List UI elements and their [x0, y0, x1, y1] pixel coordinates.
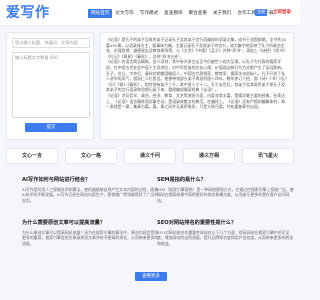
article-title[interactable]: AI写作如何与网站进行结合？	[22, 176, 160, 184]
view-more-button[interactable]: 查看更多	[135, 272, 167, 281]
tool-wenxin-yige[interactable]: 文心一格	[65, 148, 117, 164]
article-desc: 为什么原创文章可以提高网站流量？因为在搜索引擎的算法中，原创内容会受到更多的重视…	[22, 230, 159, 246]
article-item[interactable]: 为什么需要原创文章可以提高流量？ 为什么原创文章可以提高网站流量？因为在搜索引擎…	[22, 219, 160, 259]
article-desc: SEM（搜索引擎营销）是一种网络营销方式，它通过在搜索引擎上投放广告，使网站在搜…	[157, 187, 294, 203]
writing-form: 您以输入标题、关键词、文章内容 输入标题文字数量 600 提交	[6, 32, 94, 140]
result-paragraph: 《论语》是孔子的弟子及再传弟子记录孔子及其弟子言行而编成的语录文集，成书于战国前…	[106, 37, 288, 59]
tool-tongyi-qianwen[interactable]: 通义千问	[124, 148, 176, 164]
nav-paper-writing[interactable]: 论文写作	[112, 9, 136, 18]
article-title[interactable]: SEM是指的是什么？	[157, 176, 295, 184]
result-paragraph: 孔子，名丘，字仲尼，春秋时期鲁国陬邑人，中国古代思想家、教育家，儒家学派创始人。…	[106, 70, 287, 93]
tool-wenxin-yiyan[interactable]: 文心一言	[6, 148, 58, 164]
content-textarea[interactable]: 输入标题文字数量 600	[12, 52, 90, 118]
site-logo[interactable]: 爱写作	[6, 4, 50, 22]
tool-tongyi-wanxiang[interactable]: 通义万相	[183, 148, 235, 164]
login-button[interactable]: 立即登录	[270, 9, 294, 16]
nav-writing-mode[interactable]: 写作模式	[137, 9, 161, 18]
article-title[interactable]: SEO对网站排名的重要性是什么？	[157, 219, 295, 227]
result-panel: 《论语》是孔子的弟子及再传弟子记录孔子及其弟子言行而编成的语录文集，成书于战国前…	[100, 32, 294, 140]
tool-xunfei-xinghuo[interactable]: 讯飞星火	[242, 148, 294, 164]
top-header: 爱写作 网站首页 论文写作 写作模式 复查模块 聚合查重 关于我们 合作工具AP…	[0, 0, 300, 26]
article-desc: AI写作是利用人工智能技术和算法，使机器能够自然产生文本内容的过程，随着AI技术…	[22, 187, 159, 203]
article-item[interactable]: SEM是指的是什么？ SEM（搜索引擎营销）是一种网络营销方式，它通过在搜索引擎…	[157, 176, 295, 216]
article-desc: SEO对网站排名的重要性体现在以下几个方面：提高网站在搜索引擎中的可见度，增加网…	[157, 230, 294, 246]
nav-about-us[interactable]: 关于我们	[210, 9, 234, 18]
article-item[interactable]: SEO对网站排名的重要性是什么？ SEO对网站排名的重要性体现在以下几个方面：提…	[157, 219, 295, 259]
result-paragraph: 《论语》的语言简洁精练，含义深刻，其中有许多言论至今仍被世人视为至理。以孔子为代…	[106, 59, 285, 70]
result-paragraph: 《论语》涉及哲学、政治、经济、教育、文艺等诸多方面，内容非常丰富，是儒学最主要的…	[106, 92, 285, 110]
ai-tools-row: 文心一言 文心一格 通义千问 通义万相 讯飞星火	[6, 148, 294, 164]
nav-review-module[interactable]: 复查模块	[161, 9, 185, 18]
article-item[interactable]: AI写作如何与网站进行结合？ AI写作是利用人工智能技术和算法，使机器能够自然产…	[22, 176, 160, 216]
nav-aggregate-check[interactable]: 聚合查重	[186, 9, 210, 18]
title-input[interactable]: 您以输入标题、关键词、文章内容	[12, 38, 90, 48]
article-title[interactable]: 为什么需要原创文章可以提高流量？	[22, 219, 160, 227]
register-button[interactable]: 注册	[255, 9, 267, 16]
submit-button[interactable]: 提交	[25, 123, 77, 132]
main-nav: 网站首页 论文写作 写作模式 复查模块 聚合查重 关于我们 合作工具APP下载	[88, 9, 277, 18]
nav-home[interactable]: 网站首页	[88, 9, 113, 18]
